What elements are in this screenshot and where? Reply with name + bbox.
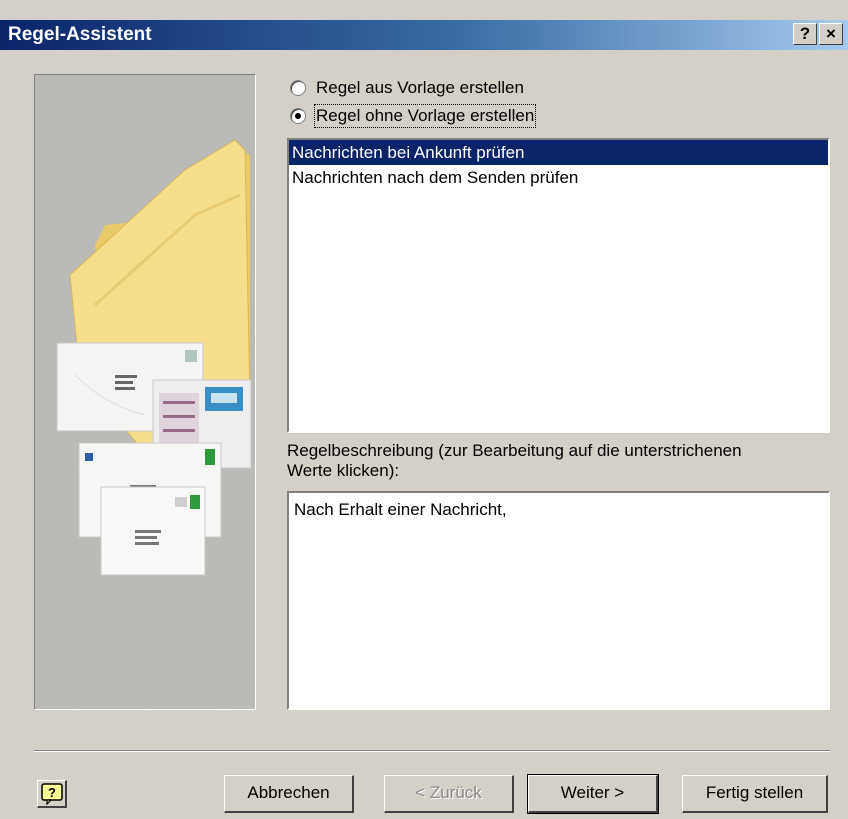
window-title: Regel-Assistent	[8, 24, 152, 45]
rule-type-listbox[interactable]: Nachrichten bei Ankunft prüfen Nachricht…	[287, 138, 830, 433]
rules-wizard-dialog: Regel-Assistent ? × Regel aus Vorlage er…	[0, 0, 848, 819]
rule-description-text: Nach Erhalt einer Nachricht,	[294, 500, 507, 519]
option-label: Regel aus Vorlage erstellen	[316, 78, 524, 97]
help-question-icon: ?	[41, 783, 63, 805]
radio-button-checked[interactable]	[290, 108, 306, 124]
list-item[interactable]: Nachrichten nach dem Senden prüfen	[289, 165, 828, 190]
next-button[interactable]: Weiter >	[527, 774, 659, 814]
svg-text:?: ?	[48, 785, 56, 800]
help-button[interactable]: ?	[37, 780, 67, 808]
back-button[interactable]: < Zurück	[384, 775, 514, 813]
option-label: Regel ohne Vorlage erstellen	[313, 104, 537, 128]
folder-envelopes-illustration	[56, 139, 252, 576]
rule-description-label: Regelbeschreibung (zur Bearbeitung auf d…	[287, 441, 742, 480]
title-close-button[interactable]: ×	[819, 23, 843, 45]
radio-button[interactable]	[290, 80, 306, 96]
separator-line	[34, 750, 830, 752]
rule-description-box[interactable]: Nach Erhalt einer Nachricht,	[287, 491, 830, 710]
title-help-button[interactable]: ?	[793, 23, 817, 45]
title-bar[interactable]: Regel-Assistent ? ×	[0, 20, 848, 50]
list-item[interactable]: Nachrichten bei Ankunft prüfen	[289, 140, 828, 165]
finish-button[interactable]: Fertig stellen	[682, 775, 828, 813]
envelope-image	[100, 486, 206, 576]
wizard-illustration-panel	[34, 74, 256, 710]
cancel-button[interactable]: Abbrechen	[224, 775, 354, 813]
